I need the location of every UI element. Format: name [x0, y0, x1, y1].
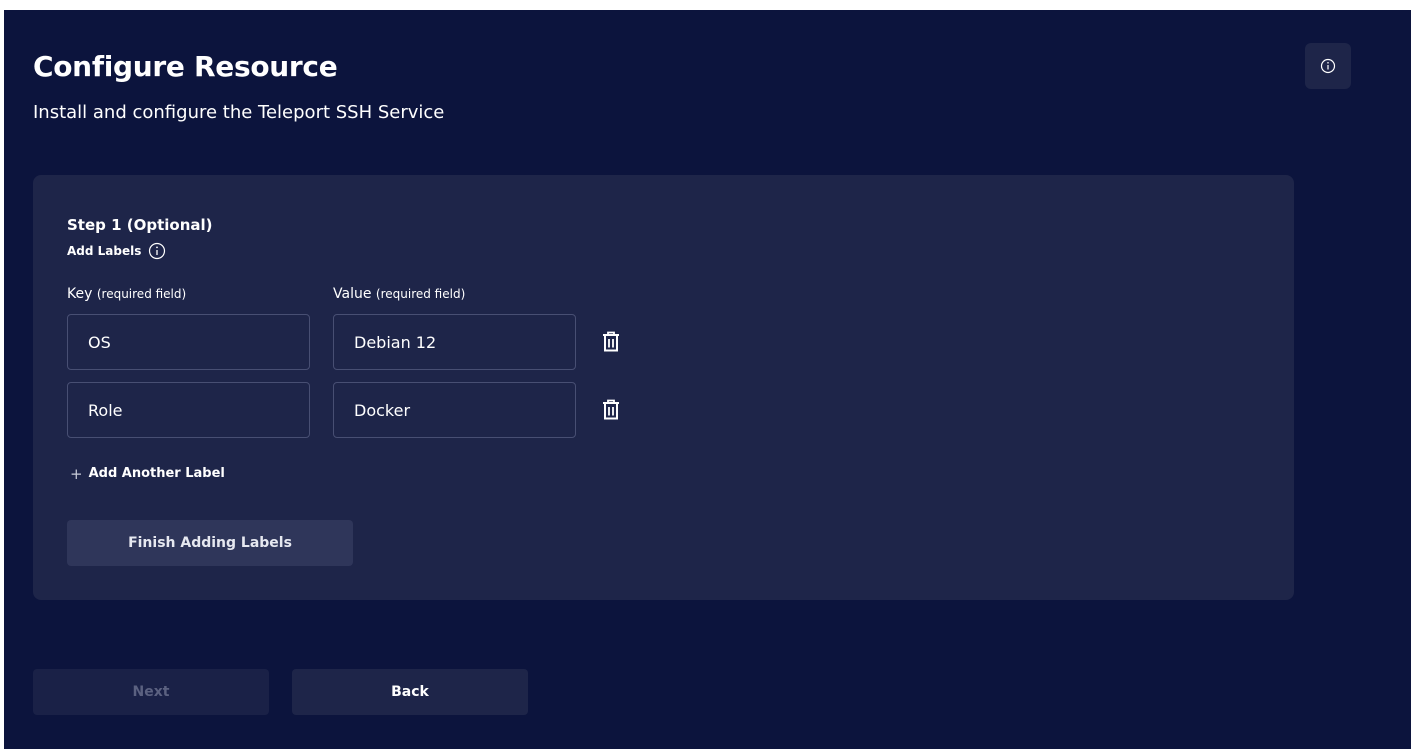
add-another-label-text: Add Another Label: [88, 466, 225, 481]
trash-icon: [603, 331, 619, 352]
plus-icon: +: [70, 465, 83, 483]
step-title: Step 1 (Optional): [67, 216, 213, 234]
delete-label-button-2[interactable]: [599, 398, 623, 422]
value-label-hint: (required field): [375, 287, 466, 301]
trash-icon: [603, 399, 619, 420]
app-window: Configure Resource Install and configure…: [4, 10, 1411, 749]
back-button[interactable]: Back: [292, 669, 528, 715]
delete-label-button-1[interactable]: [599, 330, 623, 354]
value-label-text: Value: [333, 286, 372, 302]
key-input-2[interactable]: [67, 382, 310, 438]
page-subtitle: Install and configure the Teleport SSH S…: [33, 102, 445, 123]
key-label-hint: (required field): [96, 287, 187, 301]
labels-card: Step 1 (Optional) Add Labels Key (requir…: [33, 175, 1294, 600]
info-button[interactable]: [1305, 43, 1351, 89]
key-input-1[interactable]: [67, 314, 310, 370]
page-title: Configure Resource: [33, 50, 338, 83]
value-field-label: Value (required field): [333, 284, 465, 304]
value-input-2[interactable]: [333, 382, 576, 438]
finish-adding-labels-button[interactable]: Finish Adding Labels: [67, 520, 353, 566]
add-labels-text: Add Labels: [67, 244, 142, 258]
add-another-label-button[interactable]: + Add Another Label: [70, 464, 225, 484]
add-labels-heading: Add Labels: [67, 241, 166, 261]
info-circle-icon[interactable]: [148, 242, 166, 260]
info-circle-icon: [1320, 58, 1336, 74]
value-input-1[interactable]: [333, 314, 576, 370]
key-field-label: Key (required field): [67, 284, 186, 304]
next-button[interactable]: Next: [33, 669, 269, 715]
key-label-text: Key: [67, 286, 93, 302]
